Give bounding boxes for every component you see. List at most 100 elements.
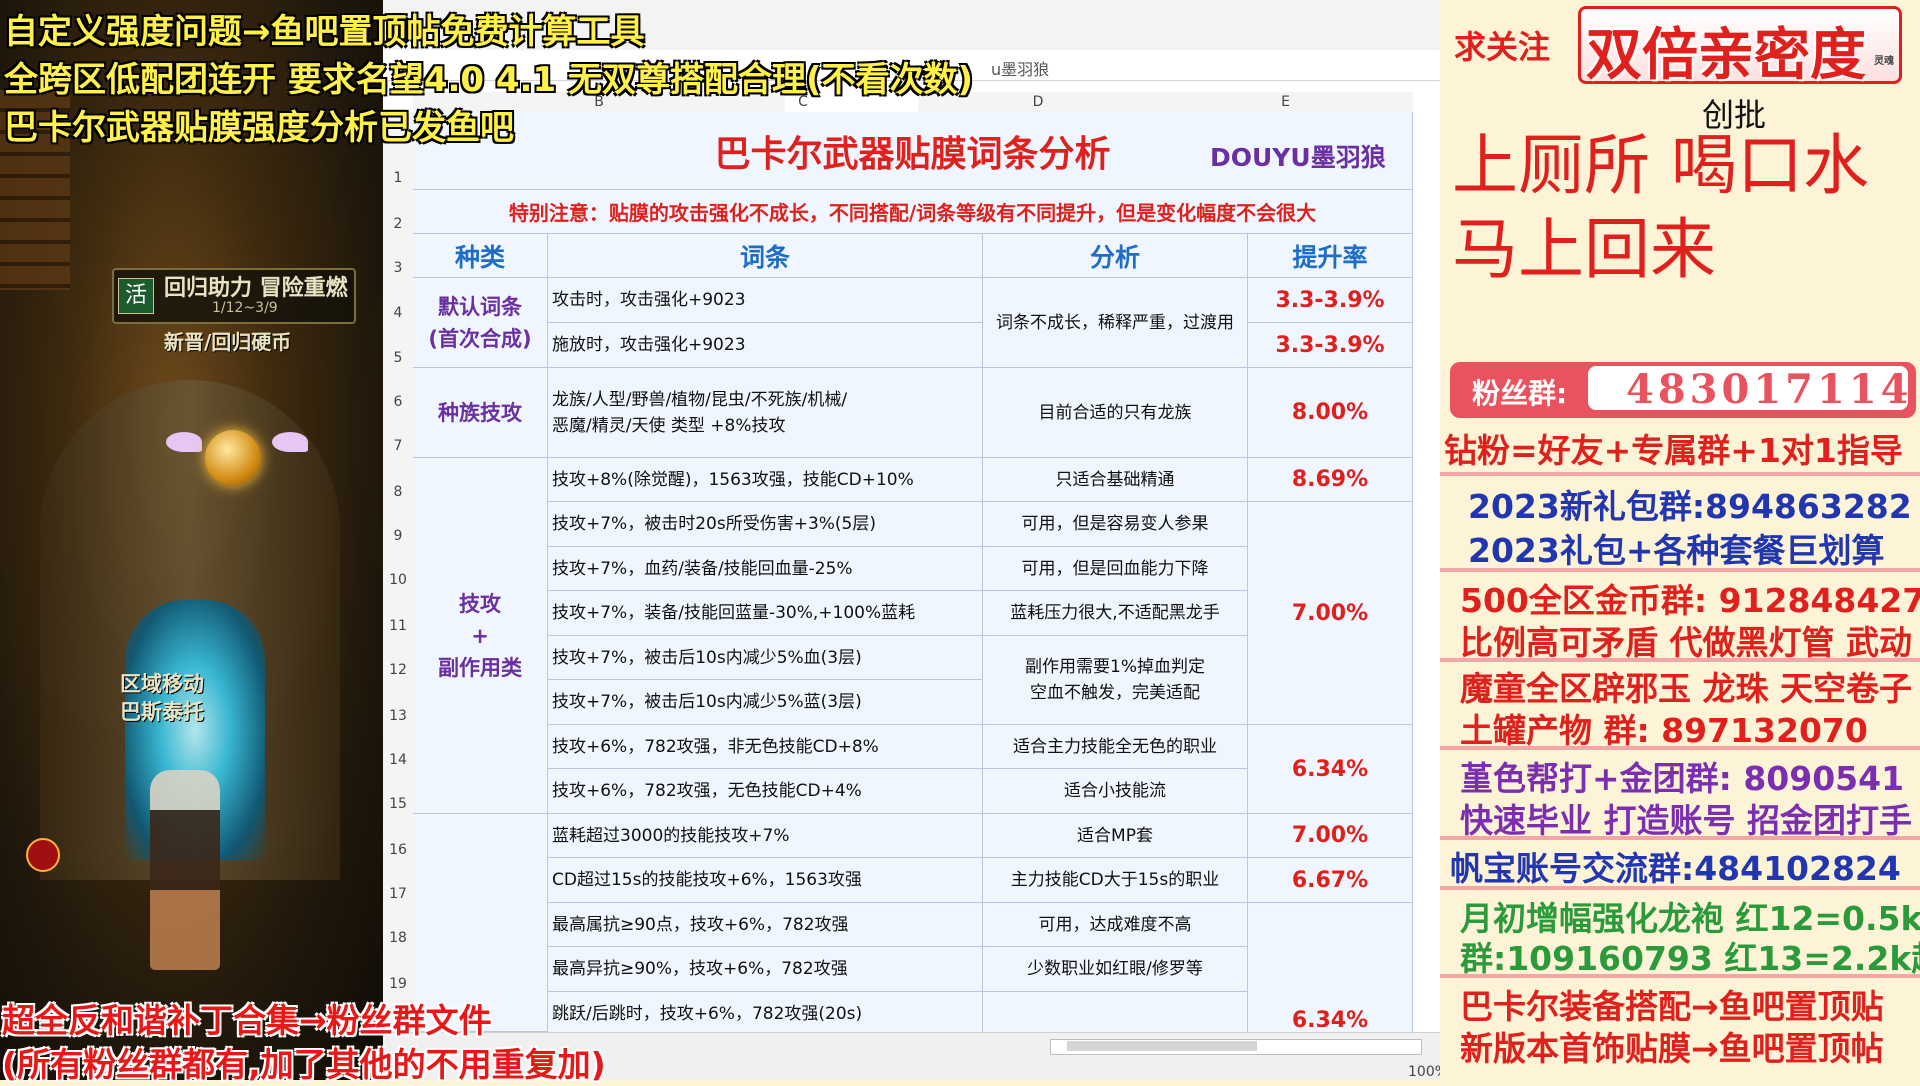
panel-line: 巴卡尔装备搭配→鱼吧置顶贴 <box>1460 987 1884 1026</box>
panel-line: 土罐产物 群: 897132070 <box>1460 711 1868 750</box>
row-number[interactable]: 9 <box>383 528 413 544</box>
panel-line: 2023礼包+各种套餐巨划算 <box>1468 531 1885 570</box>
row-number[interactable]: 1 <box>383 170 413 186</box>
row-number[interactable]: 5 <box>383 350 413 366</box>
panel-divider <box>1440 836 1920 840</box>
entry-cell[interactable]: 施放时，攻击强化+9023 <box>548 323 983 368</box>
entry-cell[interactable]: 攻击时，攻击强化+9023 <box>548 278 983 323</box>
entry-cell[interactable]: 技攻+7%，被击时20s所受伤害+3%(5层) <box>548 502 983 547</box>
row-number[interactable]: 10 <box>383 572 413 588</box>
header-analysis[interactable]: 分析 <box>983 234 1248 278</box>
rate-cell[interactable]: 7.00% <box>1248 814 1413 858</box>
row-number[interactable]: 16 <box>383 842 413 858</box>
entry-cell[interactable]: 技攻+6%，782攻强，非无色技能CD+8% <box>548 725 983 769</box>
row-number[interactable]: 11 <box>383 618 413 634</box>
type-skill-cell[interactable]: 技攻 + 副作用类 <box>413 458 548 814</box>
rate-cell[interactable]: 3.3-3.9% <box>1248 278 1413 323</box>
entry-race-line2: 恶魔/精灵/天使 类型 +8%技攻 <box>552 415 786 436</box>
header-entry[interactable]: 词条 <box>548 234 983 278</box>
panel-divider <box>1440 472 1920 476</box>
row-number[interactable]: 12 <box>383 662 413 678</box>
analysis-cell[interactable]: 主力技能CD大于15s的职业 <box>983 858 1248 903</box>
row-number[interactable]: 19 <box>383 976 413 992</box>
analysis-cell-bleed[interactable]: 副作用需要1%掉血判定 空血不触发，完美适配 <box>983 636 1248 725</box>
zoom-level[interactable]: 100% <box>1408 1064 1440 1080</box>
entry-cell[interactable]: 技攻+6%，782攻强，无色技能CD+4% <box>548 769 983 814</box>
analysis-cell[interactable]: 只适合基础精通 <box>983 458 1248 502</box>
analysis-cell[interactable]: 少数职业如红眼/修罗等 <box>983 947 1248 992</box>
overlay-line-3: 巴卡尔武器贴膜强度分析已发鱼吧 <box>4 108 514 148</box>
analysis-bleed-line2: 空血不触发，完美适配 <box>1030 683 1200 703</box>
analysis-cell[interactable]: 可用，但是回血能力下降 <box>983 547 1248 591</box>
type-skill-line2: + <box>471 623 489 648</box>
analysis-cell[interactable]: 词条不成长，稀释严重，过渡用 <box>983 278 1248 368</box>
row-number[interactable]: 2 <box>383 216 413 232</box>
return-event-dates: 1/12~3/9 <box>212 300 278 316</box>
overlay-bottom-1: 超全反和谐补丁合集→粉丝群文件 <box>2 1001 492 1040</box>
panel-line: 群:109160793 红13=2.2k起 <box>1460 939 1920 978</box>
row-number[interactable]: 14 <box>383 752 413 768</box>
entry-cell[interactable]: CD超过15s的技能技攻+6%，1563攻强 <box>548 858 983 903</box>
entry-cell[interactable]: 技攻+8%(除觉醒)，1563攻强，技能CD+10% <box>548 458 983 502</box>
row-number[interactable]: 6 <box>383 394 413 410</box>
entry-cell[interactable]: 蓝耗超过3000的技能技攻+7% <box>548 814 983 858</box>
analysis-cell[interactable]: 可用，达成难度不高 <box>983 903 1248 947</box>
header-rate[interactable]: 提升率 <box>1248 234 1413 278</box>
entry-cell[interactable]: 最高属抗≥90点，技攻+6%，782攻强 <box>548 903 983 947</box>
row-number[interactable]: 18 <box>383 930 413 946</box>
entry-race-line1: 龙族/人型/野兽/植物/昆虫/不死族/机械/ <box>552 389 848 410</box>
rate-cell[interactable]: 8.00% <box>1248 368 1413 458</box>
panel-line: 500全区金币群: 912848427 <box>1460 581 1920 620</box>
entry-cell[interactable]: 技攻+7%，被击后10s内减少5%血(3层) <box>548 636 983 680</box>
row-number[interactable]: 7 <box>383 438 413 454</box>
rate-cell[interactable]: 7.00% <box>1248 502 1413 725</box>
entry-cell[interactable]: 技攻+7%，装备/技能回蓝量-30%,+100%蓝耗 <box>548 591 983 636</box>
analysis-cell[interactable] <box>983 992 1248 1032</box>
panel-line: 钻粉=好友+专属群+1对1指导 <box>1444 431 1903 470</box>
row-number[interactable]: 3 <box>383 260 413 276</box>
rate-cell[interactable]: 6.34% <box>1248 903 1413 1032</box>
skill-icon[interactable] <box>26 838 60 872</box>
rate-cell[interactable]: 6.34% <box>1248 725 1413 814</box>
row-number[interactable]: 4 <box>383 305 413 321</box>
analysis-bleed-line1: 副作用需要1%掉血判定 <box>1025 657 1205 677</box>
info-panel: 求关注 双倍亲密度 灵魂 创批 上厕所 喝口水 马上回来 粉丝群: 483017… <box>1440 0 1920 1080</box>
analysis-cell[interactable]: 可用，但是容易变人参果 <box>983 502 1248 547</box>
double-intimacy-sub: 灵魂 <box>1874 56 1894 67</box>
rate-cell[interactable]: 3.3-3.9% <box>1248 323 1413 368</box>
panel-divider <box>1440 746 1920 750</box>
panel-divider <box>1440 974 1920 978</box>
entry-cell[interactable]: 跳跃/后跳时，技攻+6%，782攻强(20s) <box>548 992 983 1032</box>
break-message-1: 上厕所 喝口水 <box>1452 127 1869 204</box>
panel-line: 比例高可矛盾 代做黑灯管 武动 <box>1460 623 1912 662</box>
scrollbar-thumb[interactable] <box>1067 1041 1257 1051</box>
analysis-cell[interactable]: 蓝耗压力很大,不适配黑龙手 <box>983 591 1248 636</box>
fan-group-label: 粉丝群: <box>1472 377 1568 410</box>
row-number[interactable]: 8 <box>383 484 413 500</box>
entry-cell[interactable]: 最高异抗≥90%，技攻+6%，782攻强 <box>548 947 983 992</box>
analysis-cell[interactable]: 适合小技能流 <box>983 769 1248 814</box>
panel-line: 2023新礼包群:894863282 <box>1468 487 1912 526</box>
panel-line: 快速毕业 打造账号 招金团打手 <box>1460 801 1912 840</box>
row-number[interactable]: 13 <box>383 708 413 724</box>
sheet-note[interactable]: 特别注意：贴膜的攻击强化不成长，不同搭配/词条等级有不同提升，但是变化幅度不会很… <box>413 190 1413 234</box>
entry-cell[interactable]: 技攻+7%，血药/装备/技能回血量-25% <box>548 547 983 591</box>
panel-line: 帆宝账号交流群:484102824 <box>1450 849 1901 888</box>
fan-group-number: 483017114 <box>1626 366 1913 413</box>
analysis-cell[interactable]: 适合主力技能全无色的职业 <box>983 725 1248 769</box>
header-type[interactable]: 种类 <box>413 234 548 278</box>
row-number[interactable]: 17 <box>383 886 413 902</box>
row-number[interactable]: 15 <box>383 796 413 812</box>
analysis-cell[interactable]: 适合MP套 <box>983 814 1248 858</box>
analysis-cell[interactable]: 目前合适的只有龙族 <box>983 368 1248 458</box>
entry-cell[interactable]: 技攻+7%，被击后10s内减少5%蓝(3层) <box>548 680 983 725</box>
spreadsheet-grid[interactable]: 巴卡尔武器贴膜词条分析 DOUYU墨羽狼 特别注意：贴膜的攻击强化不成长，不同搭… <box>413 112 1413 1032</box>
coin-icon[interactable] <box>205 430 261 486</box>
excel-window: u墨羽狼 B C D E 1 2 3 4 5 6 7 8 9 10 11 12 … <box>383 0 1440 1080</box>
rate-cell[interactable]: 8.69% <box>1248 458 1413 502</box>
type-default-cell[interactable]: 默认词条 (首次合成) <box>413 278 548 368</box>
column-header-e[interactable]: E <box>1158 92 1413 113</box>
type-race-cell[interactable]: 种族技攻 <box>413 368 548 458</box>
entry-cell-race[interactable]: 龙族/人型/野兽/植物/昆虫/不死族/机械/ 恶魔/精灵/天使 类型 +8%技攻 <box>548 368 983 458</box>
rate-cell[interactable]: 6.67% <box>1248 858 1413 903</box>
